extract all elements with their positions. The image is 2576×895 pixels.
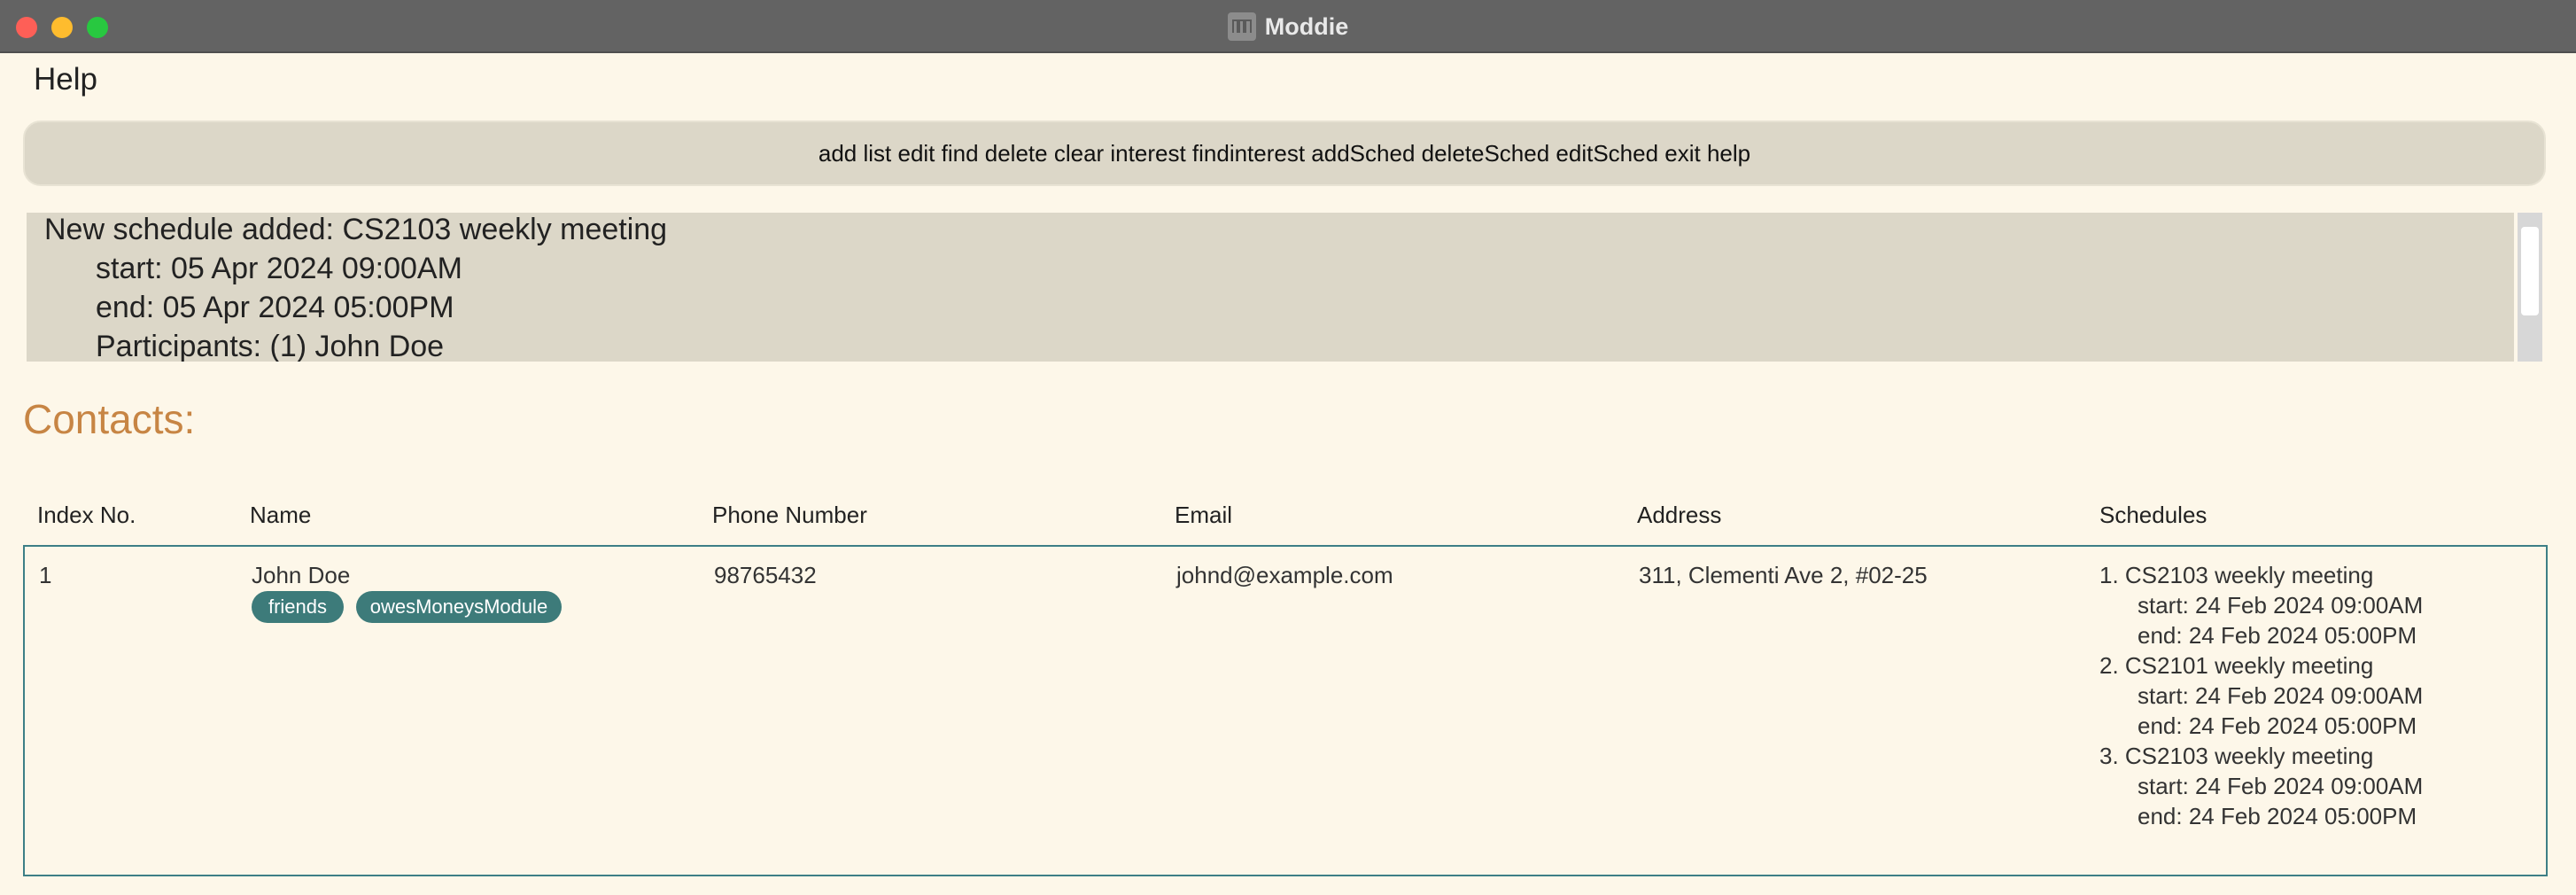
schedule-start: start: 24 Feb 2024 09:00AM	[2138, 773, 2424, 799]
column-header-schedules: Schedules	[2099, 502, 2207, 528]
schedule-end: end: 24 Feb 2024 05:00PM	[2138, 712, 2417, 739]
tag-friends: friends	[252, 591, 344, 623]
tag-owes-money: owesMoneysModule	[356, 591, 562, 623]
column-header-name: Name	[250, 502, 312, 528]
schedule-title: 2. CS2101 weekly meeting	[2099, 652, 2374, 679]
result-scroll-thumb[interactable]	[2521, 227, 2539, 315]
command-box[interactable]: add list edit find delete clear interest…	[23, 121, 2546, 186]
contact-address: 311, Clementi Ave 2, #02-25	[1639, 562, 1928, 588]
schedule-title: 3. CS2103 weekly meeting	[2099, 743, 2374, 769]
app-icon	[1227, 12, 1256, 41]
result-line: New schedule added: CS2103 weekly meetin…	[44, 213, 668, 246]
result-line: end: 05 Apr 2024 05:00PM	[96, 291, 454, 324]
result-line: start: 05 Apr 2024 09:00AM	[96, 252, 462, 285]
result-line: Participants: (1) John Doe	[96, 330, 445, 362]
schedule-start: start: 24 Feb 2024 09:00AM	[2138, 682, 2424, 709]
column-header-index: Index No.	[37, 502, 136, 528]
contacts-heading: Contacts:	[23, 396, 196, 442]
result-scrollbar[interactable]	[2518, 213, 2542, 362]
column-header-email: Email	[1175, 502, 1233, 528]
schedule-end: end: 24 Feb 2024 05:00PM	[2138, 622, 2417, 649]
window-title: Moddie	[1264, 12, 1349, 40]
schedule-title: 1. CS2103 weekly meeting	[2099, 562, 2374, 588]
schedule-end: end: 24 Feb 2024 05:00PM	[2138, 803, 2417, 829]
title-container: Moddie	[0, 0, 2576, 53]
contact-index: 1	[39, 562, 52, 588]
app-window: Moddie Help add list edit find delete cl…	[0, 0, 2576, 895]
contact-phone: 98765432	[714, 562, 817, 588]
command-hint-text: add list edit find delete clear interest…	[818, 139, 1751, 167]
menu-help[interactable]: Help	[34, 62, 97, 97]
contact-name: John Doe	[252, 562, 351, 588]
schedule-start: start: 24 Feb 2024 09:00AM	[2138, 592, 2424, 619]
title-bar: Moddie	[0, 0, 2576, 53]
result-display[interactable]: New schedule added: CS2103 weekly meetin…	[27, 213, 2514, 362]
column-header-address: Address	[1637, 502, 1722, 528]
contact-email: johnd@example.com	[1176, 562, 1393, 588]
column-header-phone: Phone Number	[712, 502, 867, 528]
